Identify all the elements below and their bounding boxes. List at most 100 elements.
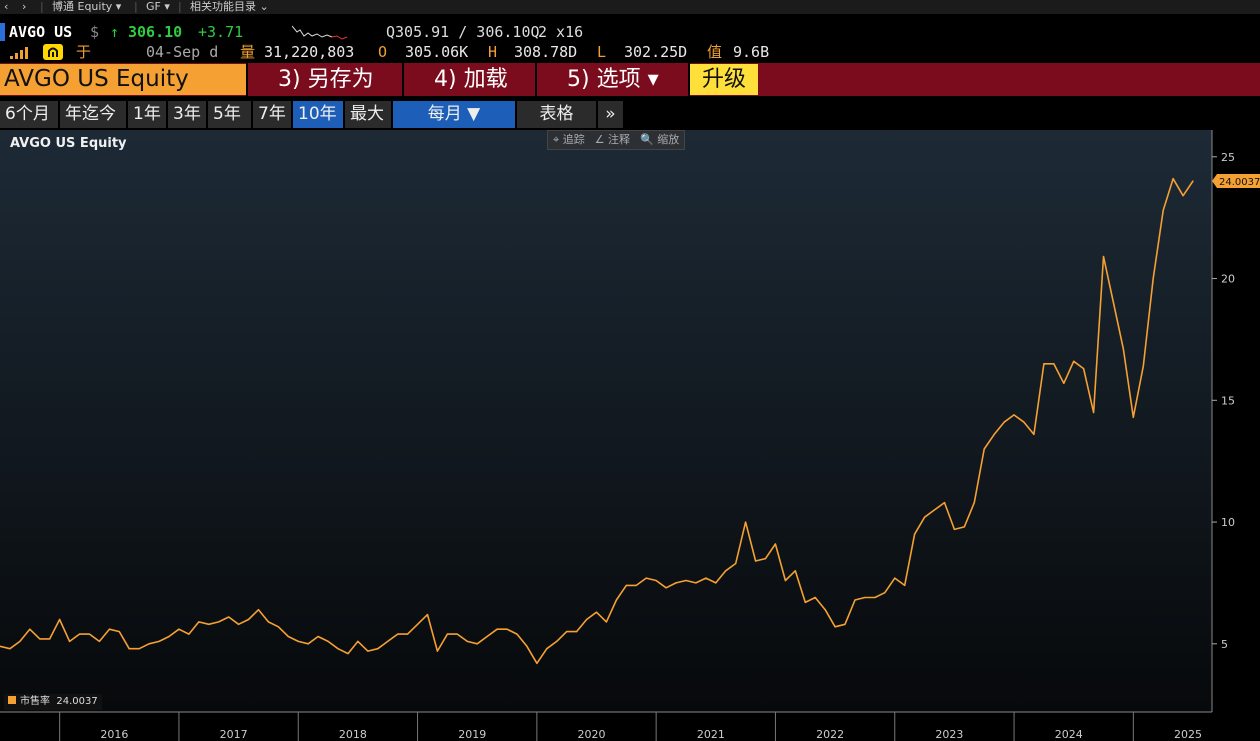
y-tick-label: 25 — [1221, 151, 1235, 164]
data-point — [1053, 363, 1055, 365]
table-button[interactable]: 表格 — [517, 101, 596, 128]
data-point — [1073, 360, 1075, 362]
save-as-button[interactable]: 3) 另存为 — [278, 63, 374, 96]
data-point — [307, 643, 309, 645]
range-tab-ytd[interactable]: 年迄今 — [60, 101, 126, 128]
data-point — [536, 662, 538, 664]
nav-function-menu[interactable]: GF ▾ — [146, 0, 170, 14]
data-point — [486, 635, 488, 638]
legend-series-name: 市售率 — [20, 696, 50, 707]
price-change: +3.71 — [198, 23, 244, 41]
options-button[interactable]: 5) 选项 ▾ — [567, 63, 659, 96]
chart-tools: ⌖ 追踪 ∠ 注释 🔍 缩放 — [547, 130, 686, 150]
currency: $ — [90, 23, 100, 41]
data-point — [615, 599, 618, 601]
data-point — [605, 621, 608, 623]
zoom-button[interactable]: 🔍 缩放 — [635, 131, 684, 148]
track-button[interactable]: ⌖ 追踪 — [548, 131, 590, 148]
y-tick-label: 10 — [1221, 516, 1235, 529]
data-point — [1093, 411, 1095, 414]
data-point — [834, 626, 836, 628]
alert-icon[interactable] — [43, 44, 63, 60]
data-point — [983, 448, 985, 450]
legend-swatch — [8, 696, 16, 704]
last-price: 306.10 — [128, 23, 183, 41]
data-point — [725, 570, 727, 572]
x-tick-label: 2022 — [816, 728, 844, 741]
range-tab-7y[interactable]: 7年 — [253, 101, 291, 128]
data-point — [854, 599, 856, 601]
back-arrow-icon[interactable]: ‹ — [4, 0, 8, 14]
data-point — [1192, 180, 1194, 182]
range-tab-10y[interactable]: 10年 — [293, 101, 343, 128]
range-tab-1y[interactable]: 1年 — [128, 101, 166, 128]
data-point — [1122, 348, 1124, 350]
data-point — [645, 577, 647, 579]
data-point — [446, 633, 448, 635]
low-label: L — [597, 43, 607, 61]
last-value-marker: 24.0037 — [1212, 174, 1260, 189]
data-point — [685, 579, 687, 582]
annotate-button[interactable]: ∠ 注释 — [590, 131, 635, 148]
x-tick-label: 2017 — [220, 728, 248, 741]
data-point — [387, 640, 389, 643]
axis-background — [1212, 130, 1260, 741]
data-point — [566, 631, 568, 633]
data-point — [108, 628, 110, 630]
range-tab-6m[interactable]: 6个月 — [0, 101, 58, 128]
up-arrow-icon: ↑ — [110, 23, 120, 41]
at-label: 于 — [76, 43, 92, 61]
data-point — [198, 621, 200, 623]
data-point — [715, 582, 717, 584]
data-point — [49, 638, 51, 640]
nav-security-menu[interactable]: 博通 Equity ▾ — [52, 0, 121, 14]
data-point — [1152, 277, 1154, 280]
data-point — [1162, 209, 1164, 211]
data-point — [755, 560, 757, 562]
data-point — [228, 616, 230, 618]
load-button[interactable]: 4) 加载 — [434, 63, 508, 96]
more-button[interactable]: » — [598, 101, 623, 128]
data-point — [118, 631, 120, 633]
data-point — [914, 533, 916, 535]
x-axis-background — [0, 712, 1212, 741]
data-point — [546, 648, 548, 650]
range-tab-max[interactable]: 最大 — [345, 101, 391, 128]
security-input[interactable]: AVGO US Equity — [0, 64, 246, 95]
data-point — [496, 628, 498, 630]
range-bar: 6个月 年迄今 1年 3年 5年 7年 10年 最大 每月 ▼ 表格 » — [0, 101, 1260, 129]
data-point — [69, 640, 71, 643]
data-point — [943, 502, 946, 504]
data-point — [894, 577, 896, 579]
data-point — [804, 601, 806, 604]
data-point — [148, 643, 150, 645]
volume-label: 量 — [240, 43, 256, 61]
data-point — [407, 633, 409, 635]
high-price: 308.78D — [514, 43, 578, 61]
data-point — [516, 633, 518, 635]
nav-related-functions[interactable]: 相关功能目录 ⌄ — [190, 0, 269, 14]
value-label: 值 — [707, 43, 723, 61]
ticker: AVGO US — [9, 23, 73, 41]
bid-ask-size: 2 x16 — [538, 23, 584, 41]
data-point — [794, 570, 796, 572]
data-point — [1102, 256, 1105, 258]
forward-arrow-icon[interactable]: › — [22, 0, 26, 14]
data-point — [625, 584, 627, 587]
chart-title: AVGO US Equity — [10, 136, 127, 151]
volume: 31,220,803 — [264, 43, 355, 61]
x-tick-label: 2020 — [578, 728, 606, 741]
data-point — [933, 509, 936, 511]
data-point — [88, 633, 91, 635]
data-point — [327, 640, 329, 643]
data-point — [635, 584, 637, 587]
data-point — [277, 626, 279, 628]
period-dropdown[interactable]: 每月 ▼ — [393, 101, 515, 128]
data-point — [29, 628, 31, 630]
data-point — [417, 623, 419, 625]
range-tab-3y[interactable]: 3年 — [168, 101, 206, 128]
signal-bars-icon — [10, 42, 32, 62]
upgrade-button[interactable]: 升级 — [690, 64, 758, 95]
data-point — [19, 640, 21, 643]
range-tab-5y[interactable]: 5年 — [208, 101, 251, 128]
